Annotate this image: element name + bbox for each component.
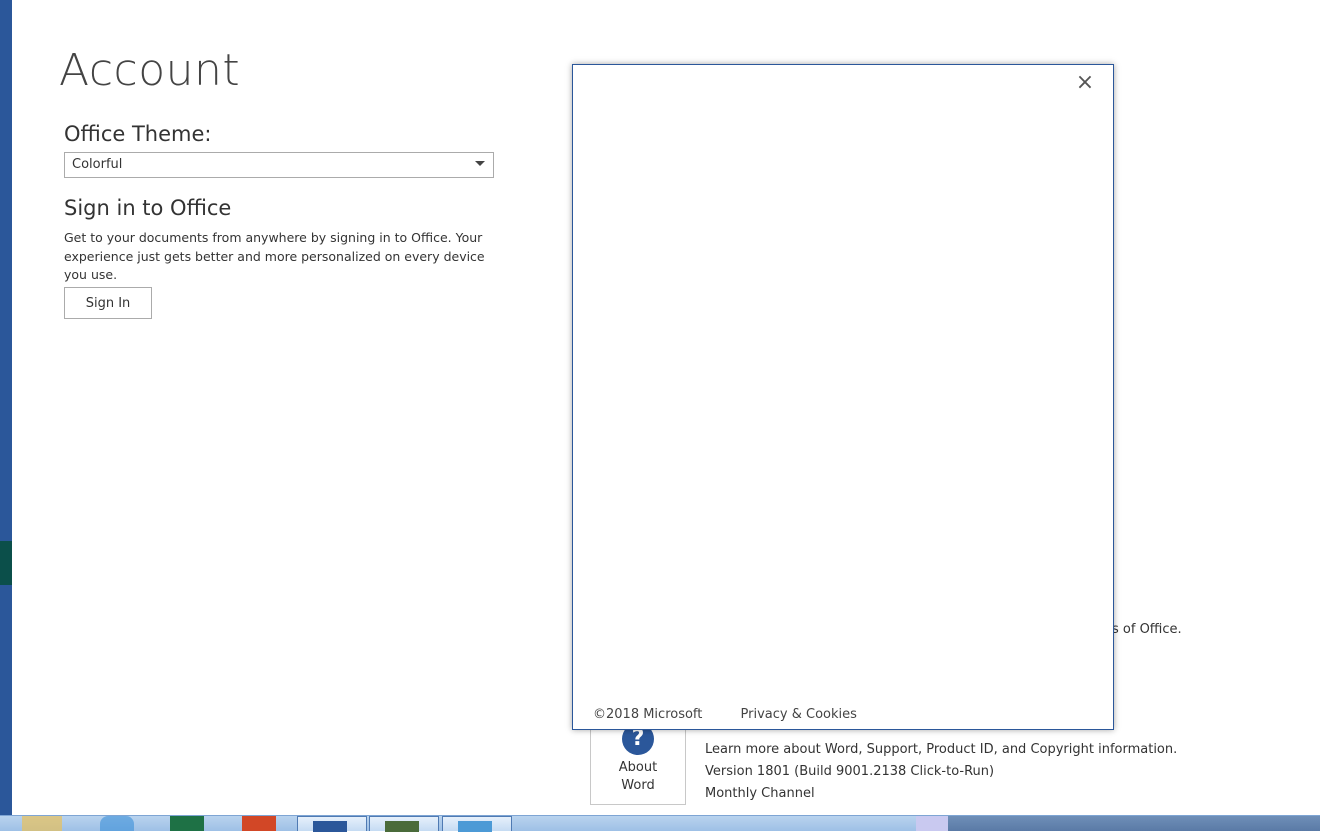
background-text-fragment: s of Office. [1112,622,1182,637]
about-label-line2: Word [621,778,655,793]
app-icon [458,821,492,832]
taskbar-button[interactable] [369,816,439,832]
about-info: Learn more about Word, Support, Product … [705,739,1177,805]
word-taskbar-button[interactable] [297,816,367,832]
powerpoint-icon[interactable] [242,816,276,831]
sidebar-selected-item[interactable] [0,541,12,585]
office-theme-label: Office Theme: [64,122,212,146]
office-theme-value: Colorful [72,157,123,172]
close-icon[interactable]: × [1075,72,1095,94]
dialog-footer: ©2018 Microsoft Privacy & Cookies [593,707,857,722]
about-info-channel: Monthly Channel [705,786,815,801]
about-label-line1: About [618,760,658,775]
backstage-sidebar [0,0,12,830]
signin-heading: Sign in to Office [64,196,232,220]
explorer-icon[interactable] [22,816,62,831]
office-theme-dropdown[interactable]: Colorful [64,152,494,178]
signin-description: Get to your documents from anywhere by s… [64,230,485,282]
taskbar [0,815,1320,832]
page-title: Account [59,45,241,96]
about-word-button[interactable]: ? About Word [590,723,686,805]
sign-in-dialog: × ©2018 Microsoft Privacy & Cookies [572,64,1114,730]
privacy-cookies-link[interactable]: Privacy & Cookies [741,707,857,722]
system-tray[interactable] [948,816,1320,831]
ie-icon[interactable] [100,816,134,831]
copyright-text: ©2018 Microsoft [593,707,703,722]
about-word-label: About Word [591,759,685,795]
app-icon [385,821,419,832]
sign-in-button[interactable]: Sign In [64,287,152,319]
about-info-version: Version 1801 (Build 9001.2138 Click-to-R… [705,764,995,779]
word-icon [313,821,347,832]
show-desktop-area[interactable] [916,816,948,831]
taskbar-button[interactable] [442,816,512,832]
excel-icon[interactable] [170,816,204,831]
about-info-learn-more: Learn more about Word, Support, Product … [705,742,1178,757]
chevron-down-icon [475,161,485,166]
